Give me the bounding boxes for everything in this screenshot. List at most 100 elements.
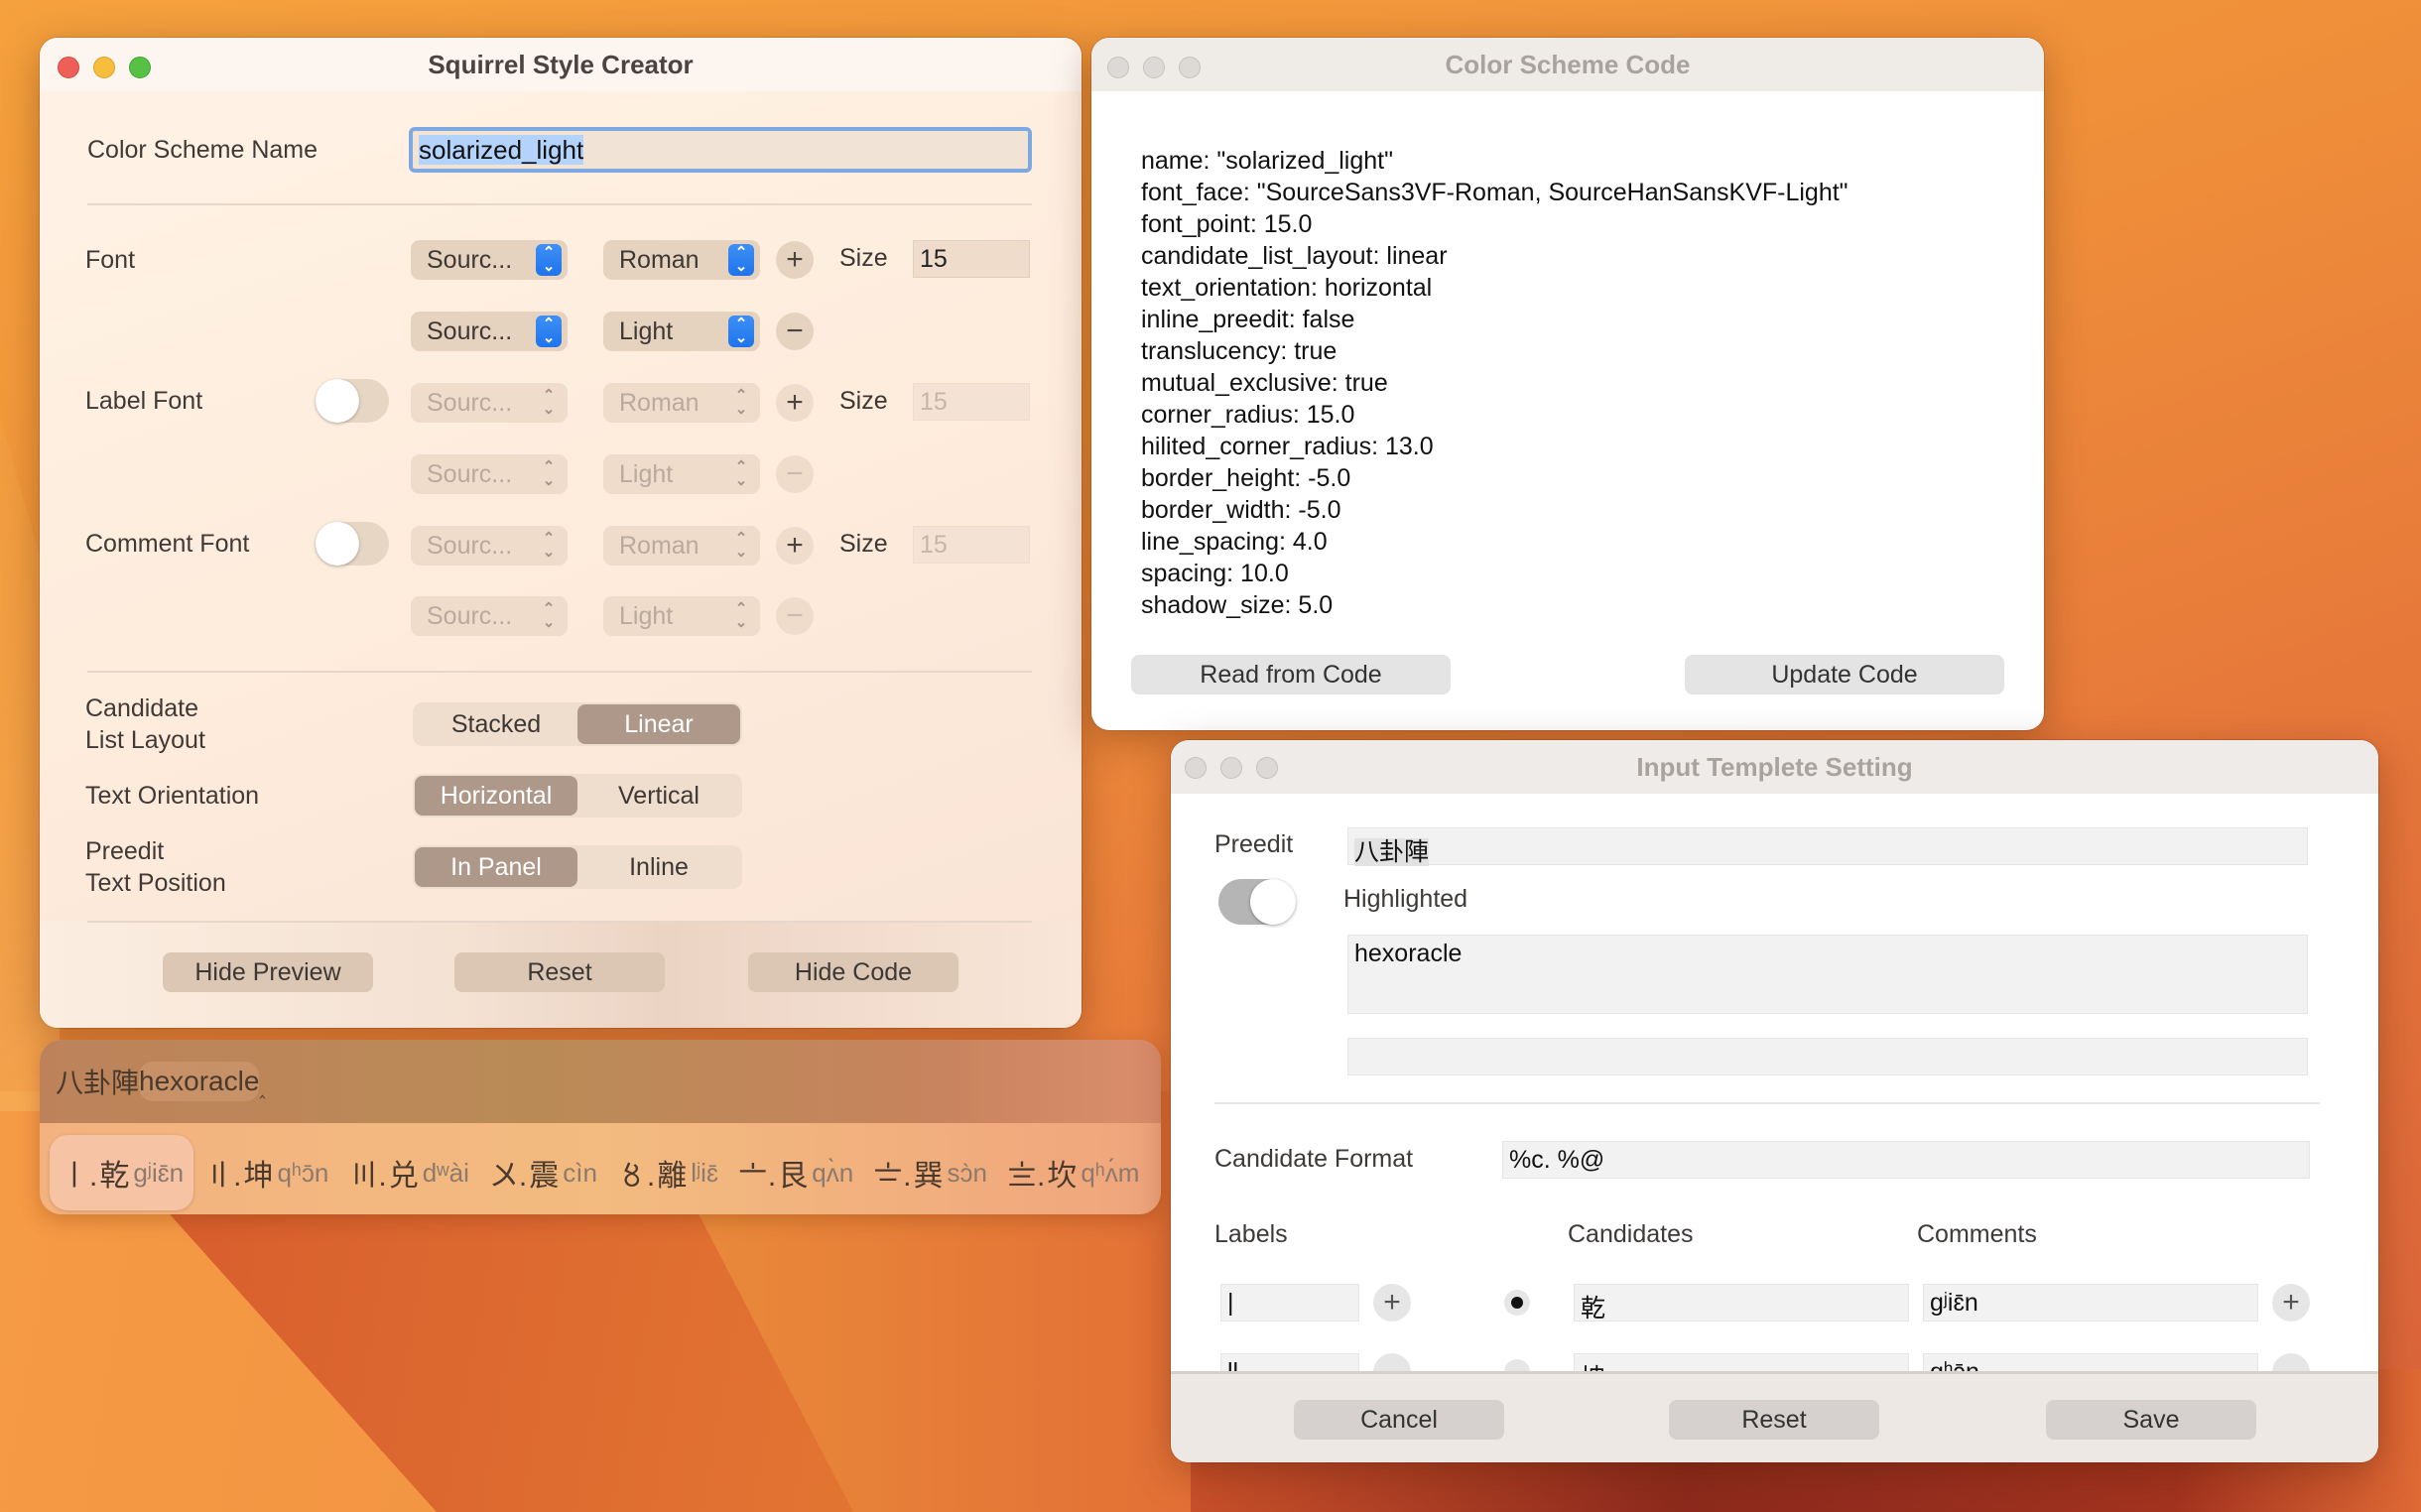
remove-comment-font-button[interactable]: − — [776, 597, 814, 635]
remove-font-button[interactable]: − — [776, 313, 814, 350]
code-line: shadow_size: 5.0 — [1141, 591, 1334, 619]
candidate-item[interactable]: 〨. 坎 qʰʌ́m — [997, 1135, 1149, 1210]
segment-stacked[interactable]: Stacked — [415, 704, 577, 744]
update-code-button[interactable]: Update Code — [1685, 655, 2004, 694]
comment-font-size-input[interactable]: 15 — [913, 526, 1030, 564]
zoom-button[interactable] — [1256, 757, 1278, 779]
candidate-item[interactable]: 〤. 震 cìn — [479, 1135, 607, 1210]
candidate-layout-label: Candidate List Layout — [85, 694, 205, 754]
candidate-preview-panel: 八卦陣 hexoracle ‸ 〡. 乾 gʲiɛ̄n 〢. 坤 qʰɔ̄n 〣. 兑 dʷài 〤.… — [40, 1040, 1161, 1214]
preedit-label: Preedit — [1214, 830, 1294, 858]
divider — [87, 921, 1032, 923]
comment-input[interactable]: gʲiɛ̄n — [1923, 1284, 2258, 1322]
chevron-updown-icon: ⌃ ⌄ — [734, 600, 748, 631]
comments-column-header: Comments — [1917, 1220, 2037, 1248]
candidate-item[interactable]: 〥. 離 lʲiɛ̄ — [607, 1135, 728, 1210]
labels-column-header: Labels — [1214, 1220, 1288, 1248]
reset-button[interactable]: Reset — [1669, 1400, 1879, 1440]
label-font-style-popup[interactable]: Roman ⌃ ⌄ — [603, 383, 760, 423]
font-style-popup-2[interactable]: Light ⌃ ⌄ — [603, 312, 760, 351]
segment-linear[interactable]: Linear — [577, 704, 740, 744]
add-font-button[interactable]: + — [776, 241, 814, 279]
minimize-button[interactable] — [1220, 757, 1242, 779]
window-title: Squirrel Style Creator — [428, 49, 694, 79]
popup-value: Sourc... — [427, 245, 513, 274]
add-label-font-button[interactable]: + — [776, 384, 814, 422]
preedit-text: 八卦陣 hexoracle ‸ — [56, 1062, 266, 1101]
reset-button[interactable]: Reset — [454, 952, 665, 992]
candidate-item[interactable]: 〢. 坤 qʰɔ̄n — [193, 1135, 338, 1210]
minimize-button[interactable] — [93, 57, 115, 78]
plus-icon: + — [2282, 1286, 2300, 1319]
label-font-size-input[interactable]: 15 — [913, 383, 1030, 421]
code-text-area[interactable]: name: "solarized_light" font_face: "Sourc… — [1141, 145, 2014, 637]
add-row-button[interactable]: + — [1373, 1284, 1411, 1322]
label-font-family-popup-2[interactable]: Sourc... ⌃ ⌄ — [411, 454, 568, 494]
segment-in-panel[interactable]: In Panel — [415, 847, 577, 887]
close-button[interactable] — [1107, 57, 1129, 78]
close-button[interactable] — [58, 57, 79, 78]
candidate-layout-segmented[interactable]: Stacked Linear — [413, 702, 742, 746]
label-font-family-popup[interactable]: Sourc... ⌃ ⌄ — [411, 383, 568, 423]
text-orientation-segmented[interactable]: Horizontal Vertical — [413, 774, 742, 818]
font-family-popup[interactable]: Sourc... ⌃ ⌄ — [411, 240, 568, 280]
caret-icon: ‸ — [259, 1077, 266, 1098]
popup-value: Roman — [619, 388, 700, 417]
highlighted-toggle[interactable] — [1218, 879, 1296, 925]
window-title: Input Templete Setting — [1636, 751, 1913, 782]
chevron-updown-icon: ⌃ ⌄ — [542, 600, 556, 631]
popup-value: Sourc... — [427, 388, 513, 417]
font-family-popup-2[interactable]: Sourc... ⌃ ⌄ — [411, 312, 568, 351]
chevron-updown-icon: ⌃ ⌄ — [734, 458, 748, 489]
plus-icon: + — [786, 243, 804, 276]
candidate-item[interactable]: 〣. 兑 dʷài — [338, 1135, 479, 1210]
remove-label-font-button[interactable]: − — [776, 455, 814, 493]
candidate-text: 震 — [529, 1160, 560, 1193]
segment-horizontal[interactable]: Horizontal — [415, 776, 577, 816]
candidate-item[interactable]: 〦. 艮 qʌ̀n — [728, 1135, 863, 1210]
hide-preview-button[interactable]: Hide Preview — [163, 952, 373, 992]
candidate-item[interactable]: 〧. 巽 sɔ̀n — [863, 1135, 997, 1210]
read-from-code-button[interactable]: Read from Code — [1131, 655, 1451, 694]
highlighted-input[interactable]: hexoracle — [1347, 935, 2308, 1014]
preedit-position-segmented[interactable]: In Panel Inline — [413, 845, 742, 889]
zoom-button[interactable] — [1179, 57, 1201, 78]
comment-font-family-popup-2[interactable]: Sourc... ⌃ ⌄ — [411, 596, 568, 636]
add-comment-font-button[interactable]: + — [776, 527, 814, 565]
comment-font-family-popup[interactable]: Sourc... ⌃ ⌄ — [411, 526, 568, 566]
candidate-item[interactable]: 〡. 乾 gʲiɛ̄n — [50, 1135, 194, 1210]
segment-vertical[interactable]: Vertical — [577, 776, 740, 816]
candidate-label: 〦. — [737, 1160, 777, 1193]
code-line: mutual_exclusive: true — [1141, 369, 1388, 397]
after-highlight-input[interactable] — [1347, 1038, 2308, 1075]
label-font-toggle[interactable] — [316, 379, 389, 423]
selected-candidate-radio[interactable] — [1504, 1290, 1530, 1316]
segment-inline[interactable]: Inline — [577, 847, 740, 887]
candidate-label: 〨. — [1006, 1160, 1046, 1193]
minimize-button[interactable] — [1143, 57, 1165, 78]
comment-font-size-label: Size — [839, 530, 888, 558]
label-input[interactable]: | — [1220, 1284, 1359, 1322]
font-size-input[interactable]: 15 — [913, 240, 1030, 278]
chevron-updown-icon: ⌃ ⌄ — [734, 530, 748, 561]
chevron-updown-icon: ⌃ ⌄ — [542, 458, 556, 489]
comment-font-style-popup[interactable]: Roman ⌃ ⌄ — [603, 526, 760, 566]
save-button[interactable]: Save — [2046, 1400, 2256, 1440]
close-button[interactable] — [1185, 757, 1207, 779]
scheme-name-input[interactable]: solarized_light — [409, 127, 1032, 173]
candidate-input[interactable]: 乾 — [1574, 1284, 1909, 1323]
comment-font-toggle[interactable] — [316, 522, 389, 566]
font-style-popup[interactable]: Roman ⌃ ⌄ — [603, 240, 760, 280]
preedit-input[interactable]: 八卦陣 — [1347, 827, 2308, 866]
zoom-button[interactable] — [129, 57, 151, 78]
hide-code-button[interactable]: Hide Code — [748, 952, 958, 992]
code-line: spacing: 10.0 — [1141, 560, 1289, 587]
cancel-button[interactable]: Cancel — [1294, 1400, 1504, 1440]
window-title: Color Scheme Code — [1445, 49, 1691, 79]
add-comment-button[interactable]: + — [2272, 1284, 2310, 1322]
candidate-format-input[interactable]: %c. %@ — [1502, 1141, 2310, 1179]
plus-icon: + — [786, 529, 804, 562]
comment-font-style-popup-2[interactable]: Light ⌃ ⌄ — [603, 596, 760, 636]
code-line: translucency: true — [1141, 337, 1338, 365]
label-font-style-popup-2[interactable]: Light ⌃ ⌄ — [603, 454, 760, 494]
